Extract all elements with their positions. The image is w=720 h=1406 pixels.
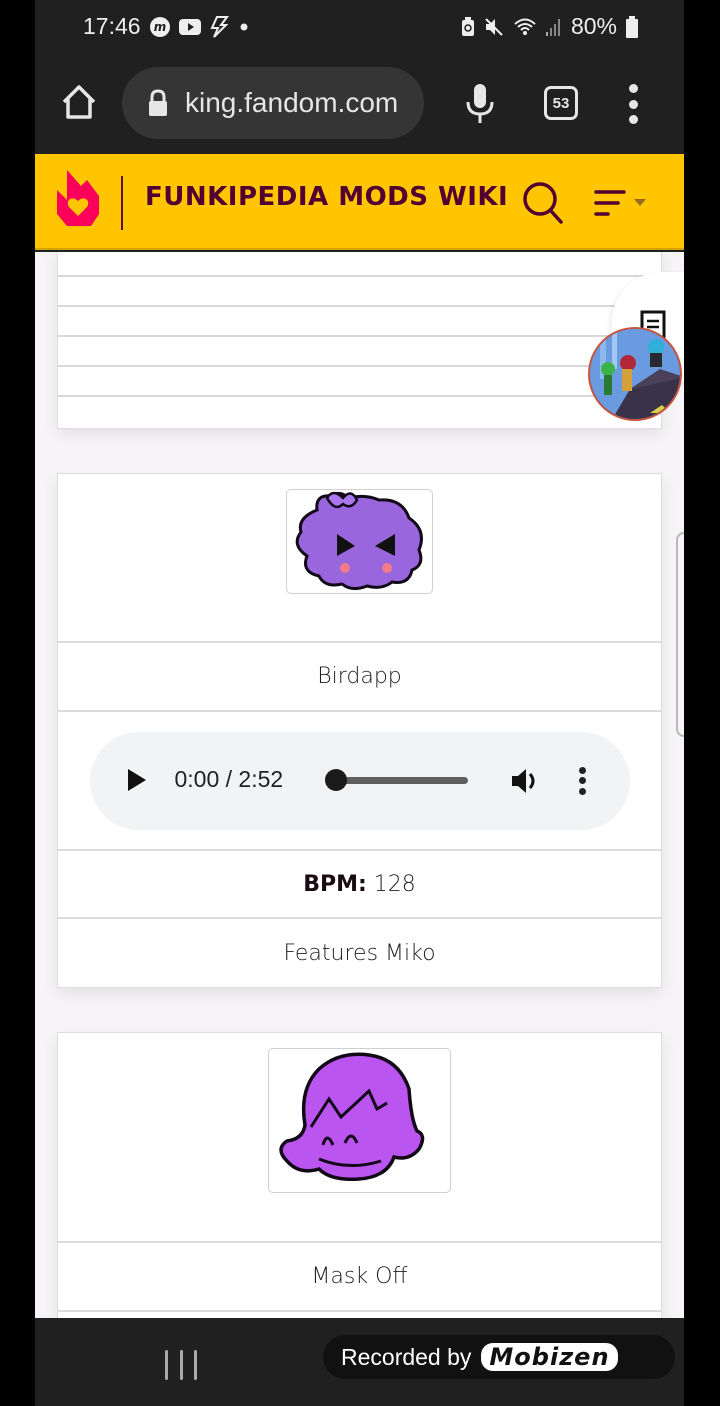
recent-apps-bar xyxy=(194,1350,197,1380)
status-time: 17:46 xyxy=(83,13,141,39)
youtube-icon xyxy=(178,18,201,36)
mute-icon xyxy=(484,17,504,37)
url-text: king.fandom.com xyxy=(185,87,399,118)
mobizen-icon: m xyxy=(149,16,171,38)
table-row xyxy=(58,277,661,307)
recent-apps-button[interactable] xyxy=(165,1350,197,1380)
tab-switcher-button[interactable]: 53 xyxy=(544,86,578,120)
battery-saver-icon xyxy=(461,16,475,37)
microphone-icon xyxy=(466,84,494,123)
android-navigation-bar: Recorded by Mobizen xyxy=(35,1318,684,1406)
browser-toolbar: king.fandom.com 53 xyxy=(35,54,684,154)
status-bar: 17:46 m 80% xyxy=(35,0,684,54)
bpm-value: 128 xyxy=(373,871,416,897)
table-row xyxy=(58,337,661,367)
fandom-flame-icon xyxy=(57,170,99,226)
bpm-label: BPM: xyxy=(303,871,367,897)
hamburger-menu-icon xyxy=(594,190,646,216)
volume-button[interactable] xyxy=(510,765,542,797)
song-card-mask-off: Mask Off xyxy=(57,1032,662,1318)
page-scrollbar[interactable] xyxy=(676,532,684,737)
lock-icon xyxy=(147,89,169,117)
song-card-birdapp: Birdapp 0:00 / 2:52 BPM: 128 Features Mi… xyxy=(57,473,662,988)
fnf-characters-image xyxy=(590,329,680,419)
flash-icon xyxy=(209,15,229,38)
audio-time-display: 0:00 / 2:52 xyxy=(174,765,284,792)
wiki-header: FUNKIPEDIA MODS WIKI xyxy=(35,154,684,250)
wifi-icon xyxy=(513,17,537,37)
svg-text:m: m xyxy=(153,20,166,34)
song-icon-cell xyxy=(58,474,661,643)
song-icon-mask-off[interactable] xyxy=(268,1048,451,1193)
menu-dot xyxy=(578,766,586,774)
home-button[interactable] xyxy=(59,82,99,122)
features-cell: Features Miko xyxy=(283,940,436,966)
bpm-cell: BPM: 128 xyxy=(58,851,661,919)
table-row xyxy=(58,307,661,337)
home-icon xyxy=(62,85,96,119)
menu-dot xyxy=(578,787,586,795)
wiki-title[interactable]: FUNKIPEDIA MODS WIKI xyxy=(145,182,508,212)
audio-player: 0:00 / 2:52 xyxy=(89,731,630,830)
audio-more-options-button[interactable] xyxy=(578,766,587,795)
purple-character-icon xyxy=(279,1052,425,1182)
phone-screen: 17:46 m 80% king.fandom.com 53 FUNKIPEDI… xyxy=(35,0,684,1406)
voice-search-button[interactable] xyxy=(465,82,495,124)
song-name: Birdapp xyxy=(58,643,661,712)
recording-watermark: Recorded by Mobizen xyxy=(323,1335,675,1379)
play-button[interactable] xyxy=(127,768,146,791)
miko-character-icon xyxy=(295,491,423,591)
signal-icon xyxy=(545,17,562,37)
audio-seek-bar[interactable] xyxy=(334,776,468,784)
audio-cell: 0:00 / 2:52 xyxy=(58,712,661,851)
url-bar[interactable]: king.fandom.com xyxy=(122,67,424,139)
table-row xyxy=(58,367,661,397)
logo-divider xyxy=(121,176,123,230)
wiki-navigation-menu-button[interactable] xyxy=(594,188,654,220)
song-name: Mask Off xyxy=(58,1243,661,1312)
recent-apps-bar xyxy=(179,1350,183,1380)
previous-song-table xyxy=(57,252,662,429)
browser-menu-button[interactable] xyxy=(625,84,641,124)
fandom-logo[interactable] xyxy=(55,168,101,230)
menu-dot xyxy=(578,777,586,784)
recent-apps-bar xyxy=(165,1350,168,1380)
audio-seek-handle[interactable] xyxy=(324,768,347,791)
volume-icon xyxy=(511,768,534,793)
menu-dot xyxy=(628,115,638,124)
search-icon xyxy=(523,182,563,224)
recording-text: Recorded by xyxy=(341,1343,472,1370)
menu-dot xyxy=(628,84,638,93)
table-row xyxy=(58,252,661,277)
menu-dot xyxy=(628,99,638,109)
song-icon-cell xyxy=(58,1033,661,1243)
battery-icon xyxy=(626,15,638,38)
song-icon-birdapp[interactable] xyxy=(286,489,433,594)
search-button[interactable] xyxy=(521,180,565,226)
community-avatar-button[interactable] xyxy=(588,327,682,421)
notification-dot-icon xyxy=(237,20,251,34)
page-content: Birdapp 0:00 / 2:52 BPM: 128 Features Mi… xyxy=(35,252,684,1318)
battery-percent: 80% xyxy=(570,13,617,39)
table-row xyxy=(58,397,661,427)
mobizen-brand: Mobizen xyxy=(481,1343,618,1371)
